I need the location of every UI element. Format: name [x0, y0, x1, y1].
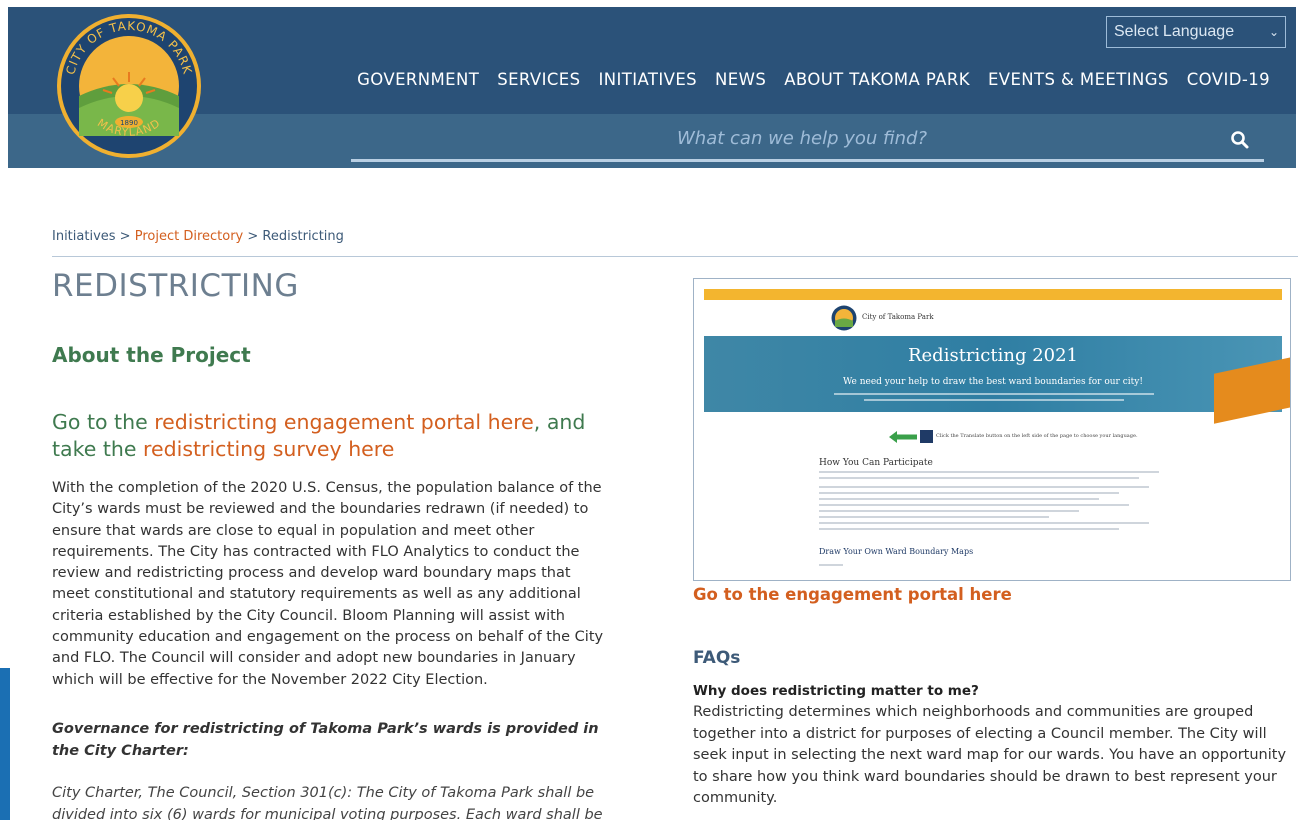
preview-draw-heading: Draw Your Own Ward Boundary Maps — [819, 547, 974, 556]
preview-banner-subtitle: We need your help to draw the best ward … — [843, 377, 1143, 387]
translate-icon — [920, 430, 933, 443]
nav-covid[interactable]: COVID-19 — [1187, 70, 1270, 89]
engagement-portal-link[interactable]: redistricting engagement portal here — [154, 410, 534, 434]
language-select[interactable]: Select Language ⌄ — [1106, 16, 1286, 48]
preview-site-name: City of Takoma Park — [862, 313, 934, 321]
nav-government[interactable]: GOVERNMENT — [357, 70, 479, 89]
governance-heading: Governance for redistricting of Takoma P… — [52, 721, 599, 759]
portal-preview-image[interactable]: City of Takoma Park Redistricting 2021 W… — [693, 278, 1291, 581]
preview-translate-note: Click the Translate button on the left s… — [936, 433, 1138, 439]
callout-text-1: Go to the — [52, 410, 155, 434]
preview-banner-text-line — [864, 399, 1124, 401]
breadcrumb-separator: > — [115, 229, 135, 244]
feedback-side-tab[interactable] — [0, 668, 10, 820]
preview-banner: Redistricting 2021 We need your help to … — [704, 336, 1282, 412]
logo-year: 1890 — [120, 119, 138, 127]
breadcrumb-project-directory[interactable]: Project Directory — [135, 229, 244, 244]
search-input[interactable]: What can we help you find? — [351, 124, 1264, 162]
about-heading: About the Project — [52, 343, 251, 367]
faq-answer: Redistricting determines which neighborh… — [693, 704, 1287, 806]
charter-excerpt: City Charter, The Council, Section 301(c… — [52, 785, 603, 820]
nav-news[interactable]: NEWS — [715, 70, 766, 89]
city-seal-logo[interactable]: CITY OF TAKOMA PARK MARYLAND 1890 — [55, 12, 203, 160]
preview-banner-title: Redistricting 2021 — [907, 345, 1079, 366]
preview-top-bar — [704, 289, 1282, 300]
preview-logo-icon — [831, 305, 857, 331]
arrow-left-icon — [889, 431, 917, 443]
search-placeholder: What can we help you find? — [677, 128, 928, 149]
nav-about[interactable]: ABOUT TAKOMA PARK — [784, 70, 970, 89]
breadcrumb-separator: > — [243, 229, 263, 244]
faqs-heading: FAQs — [693, 648, 741, 668]
main-nav: GOVERNMENT SERVICES INITIATIVES NEWS ABO… — [339, 70, 1270, 89]
breadcrumb-divider — [52, 256, 1298, 257]
breadcrumb-initiatives[interactable]: Initiatives — [52, 229, 116, 244]
chevron-down-icon: ⌄ — [1268, 25, 1279, 39]
survey-link[interactable]: redistricting survey here — [143, 437, 394, 461]
engagement-callout: Go to the redistricting engagement porta… — [52, 409, 632, 463]
preview-how-heading: How You Can Participate — [819, 458, 933, 468]
nav-initiatives[interactable]: INITIATIVES — [598, 70, 697, 89]
engagement-portal-link-caption[interactable]: Go to the engagement portal here — [693, 585, 1012, 604]
preview-banner-text-line — [834, 393, 1154, 395]
intro-paragraph: With the completion of the 2020 U.S. Cen… — [52, 480, 604, 688]
nav-events[interactable]: EVENTS & MEETINGS — [988, 70, 1169, 89]
faq-question: Why does redistricting matter to me? — [693, 683, 979, 699]
search-icon[interactable] — [1230, 130, 1250, 150]
nav-services[interactable]: SERVICES — [497, 70, 580, 89]
page-title: REDISTRICTING — [52, 268, 299, 304]
breadcrumb-current: Redistricting — [262, 229, 344, 244]
site-header: CITY OF TAKOMA PARK MARYLAND 1890 Select… — [8, 7, 1296, 168]
breadcrumb: Initiatives > Project Directory > Redist… — [52, 229, 344, 244]
language-select-value: Select Language — [1114, 23, 1235, 40]
